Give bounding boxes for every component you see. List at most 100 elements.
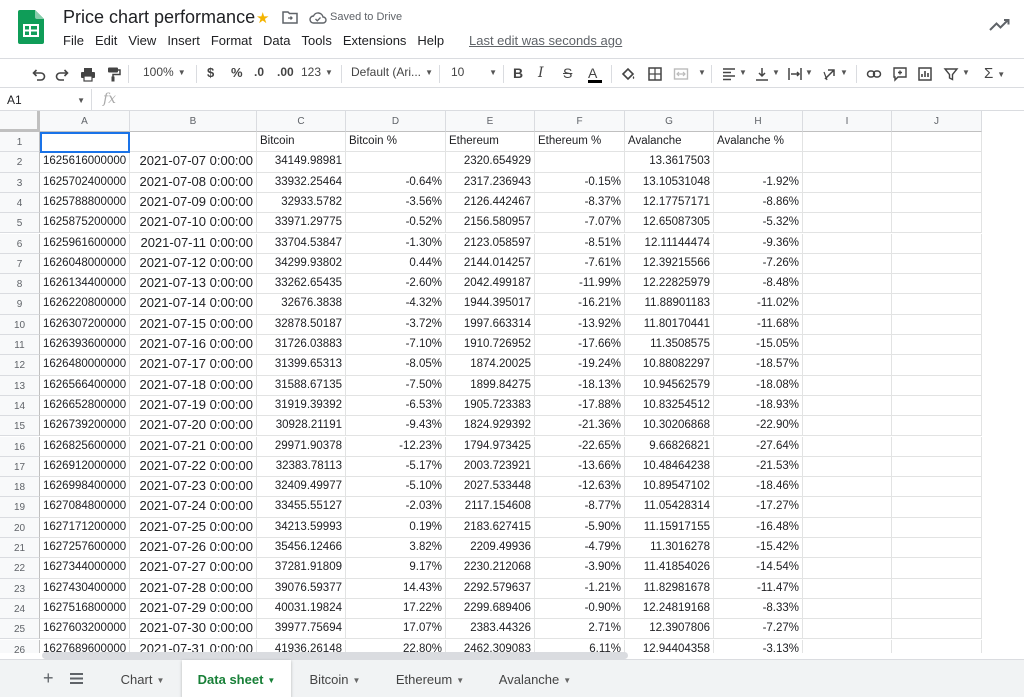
cell-j2[interactable] [892,152,982,173]
cell-i4[interactable] [803,192,892,214]
cell-e21[interactable]: 2209.49936 [446,538,535,559]
cell-c14[interactable]: 31919.39392 [257,395,346,417]
cell-i6[interactable] [803,233,892,254]
row-header[interactable]: 8 [0,274,40,295]
row-header[interactable]: 20 [0,517,40,538]
cell-e2[interactable]: 2320.654929 [446,152,535,173]
all-sheets-icon[interactable] [70,673,83,684]
cell-g4[interactable]: 12.17757171 [625,192,714,214]
cell-a13[interactable]: 1626566400000 [40,375,130,396]
cell-g6[interactable]: 12.11144474 [625,233,714,254]
row-header[interactable]: 25 [0,619,40,640]
row-header[interactable]: 12 [0,355,40,376]
cell-b26[interactable]: 2021-07-31 0:00:00 [130,639,257,653]
cell-a18[interactable]: 1626998400000 [40,477,130,498]
column-header-f[interactable]: F [535,111,625,132]
cell-g18[interactable]: 10.89547102 [625,477,714,498]
row-header[interactable]: 23 [0,578,40,599]
align-caret-icon[interactable]: ▼ [735,65,747,79]
cell-h23[interactable]: -11.47% [714,578,803,599]
cell-j5[interactable] [892,213,982,234]
cell-f19[interactable]: -8.77% [535,497,625,518]
cell-e9[interactable]: 1944.395017 [446,294,535,315]
column-header-b[interactable]: B [130,111,257,132]
cell-c7[interactable]: 34299.93802 [257,253,346,275]
cell-c19[interactable]: 33455.55127 [257,497,346,518]
cell-f23[interactable]: -1.21% [535,578,625,599]
cell-a7[interactable]: 1626048000000 [40,253,130,275]
column-header-c[interactable]: C [257,111,346,132]
cell-a9[interactable]: 1626220800000 [40,294,130,315]
add-sheet-icon[interactable]: + [43,668,54,689]
cell-h1[interactable]: Avalanche % [714,132,803,153]
italic-button[interactable]: I [538,65,544,81]
cell-c23[interactable]: 39076.59377 [257,578,346,599]
cell-g17[interactable]: 10.48464238 [625,456,714,478]
cell-a5[interactable]: 1625875200000 [40,213,130,234]
cell-e18[interactable]: 2027.533448 [446,477,535,498]
cell-c6[interactable]: 33704.53847 [257,233,346,254]
cell-e16[interactable]: 1794.973425 [446,436,535,457]
cell-b6[interactable]: 2021-07-11 0:00:00 [130,233,257,254]
cell-d13[interactable]: -7.50% [346,375,446,396]
cell-j22[interactable] [892,558,982,579]
cell-c8[interactable]: 33262.65435 [257,274,346,295]
cell-a19[interactable]: 1627084800000 [40,497,130,518]
cell-e26[interactable]: 2462.309083 [446,639,535,653]
link-icon[interactable] [866,66,882,82]
cell-d22[interactable]: 9.17% [346,558,446,579]
cell-b8[interactable]: 2021-07-13 0:00:00 [130,274,257,295]
cell-f11[interactable]: -17.66% [535,335,625,356]
formula-input[interactable] [130,89,1024,111]
more-formats-select[interactable]: 123 ▼ [301,65,333,79]
cell-b25[interactable]: 2021-07-30 0:00:00 [130,619,257,640]
cell-b11[interactable]: 2021-07-16 0:00:00 [130,335,257,356]
tab-ethereum[interactable]: Ethereum ▼ [379,660,481,697]
cell-i24[interactable] [803,598,892,620]
row-header[interactable]: 1 [0,132,40,153]
filter-caret-icon[interactable]: ▼ [958,65,970,79]
cell-c20[interactable]: 34213.59993 [257,517,346,538]
cell-j9[interactable] [892,294,982,315]
cell-c16[interactable]: 29971.90378 [257,436,346,457]
row-header[interactable]: 10 [0,314,40,335]
horizontal-scrollbar[interactable] [42,652,628,659]
menu-tools[interactable]: Tools [301,33,331,48]
cell-a14[interactable]: 1626652800000 [40,395,130,417]
functions-icon[interactable]: Σ ▼ [984,65,1005,82]
select-all-corner[interactable] [0,111,40,132]
cell-b3[interactable]: 2021-07-08 0:00:00 [130,172,257,193]
cell-d10[interactable]: -3.72% [346,314,446,335]
cell-g3[interactable]: 13.10531048 [625,172,714,193]
column-header-i[interactable]: I [803,111,892,132]
row-header[interactable]: 2 [0,152,40,173]
cell-b9[interactable]: 2021-07-14 0:00:00 [130,294,257,315]
cell-j11[interactable] [892,335,982,356]
cell-h13[interactable]: -18.08% [714,375,803,396]
merge-icon[interactable] [673,66,689,82]
cell-i13[interactable] [803,375,892,396]
menu-edit[interactable]: Edit [95,33,117,48]
column-header-g[interactable]: G [625,111,714,132]
cell-i14[interactable] [803,395,892,417]
cell-a2[interactable]: 1625616000000 [40,152,130,173]
cell-f20[interactable]: -5.90% [535,517,625,538]
filter-icon[interactable] [943,66,959,82]
cell-f13[interactable]: -18.13% [535,375,625,396]
cell-i5[interactable] [803,213,892,234]
cell-d18[interactable]: -5.10% [346,477,446,498]
last-edit-link[interactable]: Last edit was seconds ago [469,33,622,48]
document-title[interactable]: Price chart performance [63,7,255,28]
cell-f6[interactable]: -8.51% [535,233,625,254]
cell-e6[interactable]: 2123.058597 [446,233,535,254]
cell-i9[interactable] [803,294,892,315]
cell-e8[interactable]: 2042.499187 [446,274,535,295]
cell-g8[interactable]: 12.22825979 [625,274,714,295]
row-header[interactable]: 9 [0,294,40,315]
cell-e7[interactable]: 2144.014257 [446,253,535,275]
cell-h10[interactable]: -11.68% [714,314,803,335]
menu-data[interactable]: Data [263,33,290,48]
cell-c24[interactable]: 40031.19824 [257,598,346,620]
row-header[interactable]: 22 [0,558,40,579]
cell-h24[interactable]: -8.33% [714,598,803,620]
